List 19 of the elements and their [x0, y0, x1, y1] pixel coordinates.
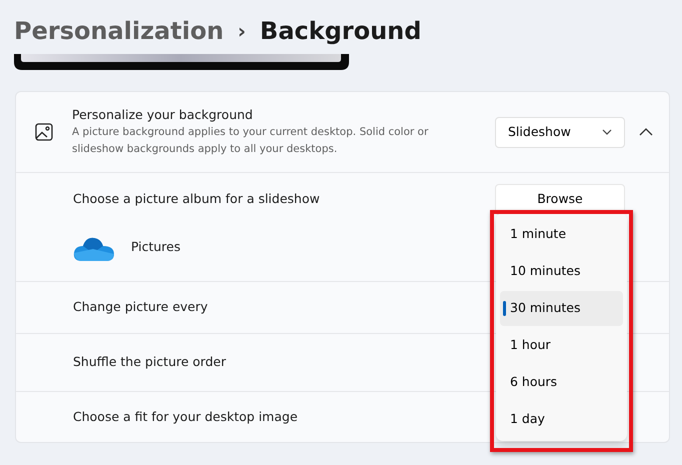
menu-option[interactable]: 1 day — [500, 402, 623, 437]
menu-option[interactable]: 1 hour — [500, 328, 623, 363]
setting-description: A picture background applies to your current desktop. Solid color or slideshow backgrounds apply to all your desktops. — [72, 125, 430, 158]
setting-label: Choose a picture album for a slideshow — [73, 190, 320, 208]
album-name: Pictures — [131, 238, 180, 256]
menu-option[interactable]: 30 minutes — [500, 291, 623, 326]
page-title: Background — [260, 16, 422, 47]
setting-title: Personalize your background — [72, 106, 254, 124]
menu-option[interactable]: 10 minutes — [500, 254, 623, 289]
setting-label: Shuffle the picture order — [73, 353, 226, 372]
background-type-dropdown[interactable]: Slideshow — [495, 116, 625, 148]
breadcrumb-link[interactable]: Personalization — [14, 13, 224, 49]
chevron-down-icon — [602, 129, 612, 135]
menu-option[interactable]: 1 minute — [500, 217, 623, 252]
menu-option[interactable]: 6 hours — [500, 365, 623, 400]
setting-label: Change picture every — [73, 298, 208, 316]
setting-label: Choose a fit for your desktop image — [73, 408, 298, 426]
picture-icon — [35, 123, 53, 141]
breadcrumb-separator: › — [238, 18, 246, 45]
